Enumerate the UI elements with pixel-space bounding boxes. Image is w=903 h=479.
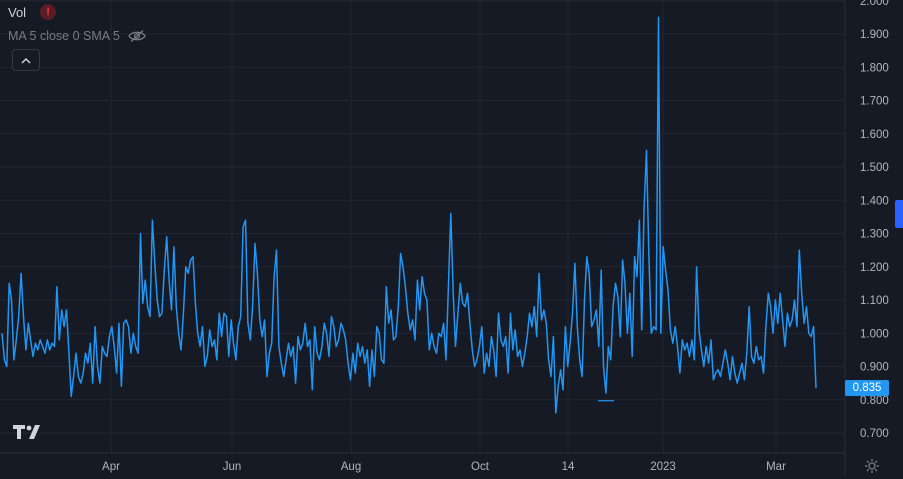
- eye-off-icon[interactable]: [128, 29, 146, 43]
- y-tick-label: 1.600: [860, 129, 889, 141]
- legend: Vol ! MA 5 close 0 SMA 5: [8, 2, 146, 46]
- y-tick-label: 0.900: [860, 362, 889, 374]
- y-tick-label: 1.700: [860, 96, 889, 108]
- y-tick-label: 1.900: [860, 29, 889, 41]
- x-tick-label: 14: [562, 461, 575, 473]
- x-tick-label: 2023: [650, 461, 676, 473]
- y-tick-label: 1.400: [860, 195, 889, 207]
- axis-edge-marker[interactable]: [895, 200, 903, 228]
- indicator-label[interactable]: MA 5 close 0 SMA 5: [8, 29, 120, 43]
- legend-title[interactable]: Vol: [8, 5, 26, 20]
- y-tick-label: 0.700: [860, 428, 889, 440]
- legend-indicator-row: MA 5 close 0 SMA 5: [8, 26, 146, 46]
- legend-main-row: Vol !: [8, 2, 146, 22]
- grid-lines: [0, 0, 846, 476]
- volume-series-line[interactable]: [1, 16, 817, 414]
- x-tick-label: Jun: [223, 461, 242, 473]
- x-tick-label: Aug: [341, 461, 361, 473]
- x-axis: Apr Jun Aug Oct 14 2023 Mar: [102, 461, 786, 473]
- last-value-label: 0.835: [845, 380, 889, 396]
- y-tick-label: 1.800: [860, 62, 889, 74]
- y-tick-label: 1.100: [860, 295, 889, 307]
- tradingview-logo[interactable]: [13, 424, 45, 445]
- series-layer: [1, 16, 817, 414]
- x-tick-label: Oct: [471, 461, 490, 473]
- y-tick-label: 2.000: [860, 0, 889, 8]
- y-axis: 0.700 0.800 0.900 1.000 1.100 1.200 1.300 1.400…: [860, 0, 889, 440]
- y-tick-label: 1.200: [860, 262, 889, 274]
- y-tick-label: 1.300: [860, 229, 889, 241]
- alert-icon[interactable]: !: [40, 4, 57, 20]
- y-tick-label: 1.500: [860, 162, 889, 174]
- collapse-legend-button[interactable]: [12, 49, 40, 71]
- chevron-up-icon: [21, 51, 31, 69]
- y-tick-label: 0.800: [860, 395, 889, 407]
- x-tick-label: Mar: [766, 461, 786, 473]
- x-tick-label: Apr: [102, 461, 120, 473]
- volume-chart[interactable]: 0.700 0.800 0.900 1.000 1.100 1.200 1.300 1.400…: [0, 0, 903, 476]
- y-tick-label: 1.000: [860, 328, 889, 340]
